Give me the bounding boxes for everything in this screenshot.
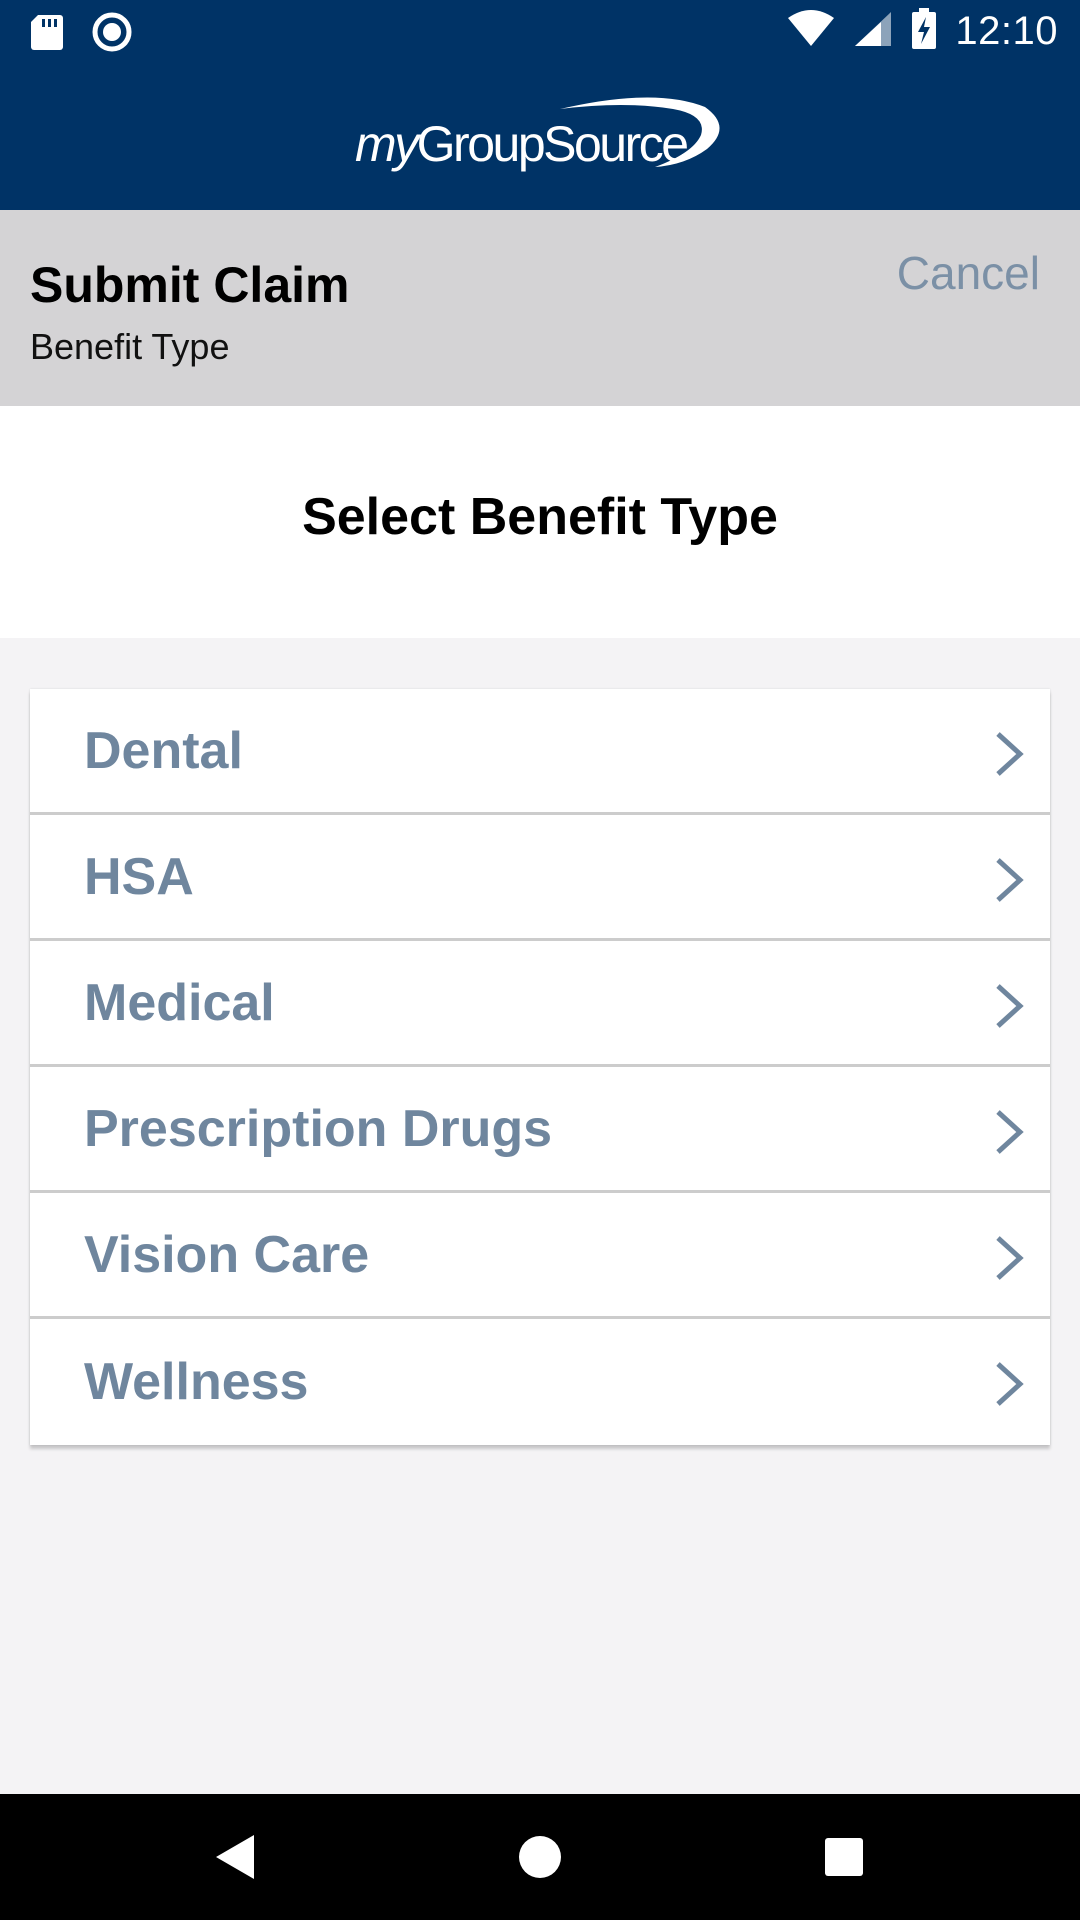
list-item-label: Medical — [84, 973, 275, 1032]
cancel-button[interactable]: Cancel — [897, 246, 1040, 300]
chevron-right-icon — [994, 1109, 1024, 1160]
title-bar: Submit Claim Benefit Type Cancel — [0, 210, 1080, 406]
logo-prefix: my — [355, 115, 419, 172]
chevron-right-icon — [994, 1235, 1024, 1286]
list-item-label: HSA — [84, 847, 194, 906]
section-heading: Select Benefit Type — [0, 406, 1080, 638]
chevron-right-icon — [994, 983, 1024, 1034]
app-logo: myGroupSource — [355, 87, 725, 187]
cell-signal-icon — [853, 10, 893, 53]
list-item-label: Vision Care — [84, 1225, 370, 1284]
list-item-label: Wellness — [84, 1353, 309, 1411]
list-item-label: Prescription Drugs — [84, 1099, 553, 1158]
benefit-item-dental[interactable]: Dental — [30, 689, 1050, 815]
record-icon — [92, 12, 132, 57]
chevron-right-icon — [994, 857, 1024, 908]
home-icon[interactable] — [480, 1794, 600, 1920]
app-header: myGroupSource — [0, 63, 1080, 210]
page-subtitle: Benefit Type — [30, 326, 230, 367]
recents-icon[interactable] — [784, 1794, 904, 1920]
benefit-item-vision-care[interactable]: Vision Care — [30, 1193, 1050, 1319]
chevron-right-icon — [994, 1361, 1024, 1412]
list-item-label: Dental — [84, 721, 243, 780]
benefit-item-medical[interactable]: Medical — [30, 941, 1050, 1067]
status-time: 12:10 — [955, 9, 1058, 53]
chevron-right-icon — [994, 731, 1024, 782]
benefit-item-hsa[interactable]: HSA — [30, 815, 1050, 941]
select-benefit-heading: Select Benefit Type — [302, 488, 778, 546]
benefit-item-prescription-drugs[interactable]: Prescription Drugs — [30, 1067, 1050, 1193]
wifi-icon — [787, 10, 835, 53]
logo-main: GroupSource — [416, 115, 689, 172]
benefit-type-list: Dental HSA Medical Prescription Drugs Vi… — [30, 689, 1050, 1445]
system-nav-bar — [0, 1794, 1080, 1920]
benefit-item-wellness[interactable]: Wellness — [30, 1319, 1050, 1445]
back-icon[interactable] — [176, 1794, 296, 1920]
sd-card-icon — [30, 13, 64, 56]
page-title: Submit Claim — [30, 257, 350, 313]
status-bar: 12:10 — [0, 0, 1080, 63]
battery-charging-icon — [911, 8, 937, 55]
